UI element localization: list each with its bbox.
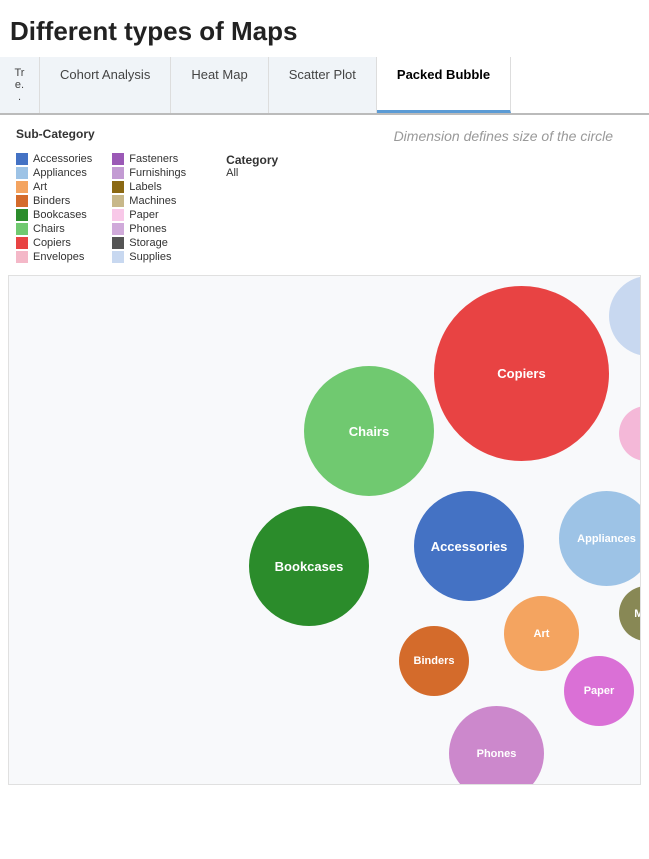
- tab-packed[interactable]: Packed Bubble: [377, 57, 511, 113]
- legend-color-swatch: [16, 167, 28, 179]
- legend-col2: Fasteners Furnishings Labels Machines Paper P…: [112, 153, 186, 263]
- legend-item-label: Supplies: [129, 251, 171, 263]
- legend-color-swatch: [16, 237, 28, 249]
- tab-scatter[interactable]: Scatter Plot: [269, 57, 377, 113]
- legend-item-label: Labels: [129, 181, 161, 193]
- bubble-Appliances[interactable]: Appliances: [559, 491, 641, 586]
- bubble-unlabeled[interactable]: [619, 406, 641, 461]
- bubble-Copiers[interactable]: Copiers: [434, 286, 609, 461]
- bubble-Art[interactable]: Art: [504, 596, 579, 671]
- legend-item: Supplies: [112, 251, 186, 263]
- legend-color-swatch: [16, 153, 28, 165]
- legend-item-label: Binders: [33, 195, 70, 207]
- dimension-note: Dimension defines size of the circle: [394, 127, 633, 147]
- legend-item-label: Bookcases: [33, 209, 87, 221]
- legend-item: Bookcases: [16, 209, 92, 221]
- legend-title: Sub-Category: [16, 127, 278, 141]
- legend-item-label: Chairs: [33, 223, 65, 235]
- legend-item-label: Storage: [129, 237, 168, 249]
- legend-color-swatch: [112, 209, 124, 221]
- legend-item-label: Phones: [129, 223, 166, 235]
- legend-item: Copiers: [16, 237, 92, 249]
- bubble-Chairs[interactable]: Chairs: [304, 366, 434, 496]
- legend-item: Envelopes: [16, 251, 92, 263]
- legend-color-swatch: [112, 195, 124, 207]
- legend-color-swatch: [16, 251, 28, 263]
- legend-item: Furnishings: [112, 167, 186, 179]
- legend-cols: Accessories Appliances Art Binders Bookcases…: [16, 153, 278, 263]
- bubble-Accessories[interactable]: Accessories: [414, 491, 524, 601]
- legend-container: Sub-Category Accessories Appliances Art Bin…: [16, 127, 278, 263]
- legend-item: Storage: [112, 237, 186, 249]
- bubble-Paper[interactable]: Paper: [564, 656, 634, 726]
- legend-col1: Accessories Appliances Art Binders Bookcases…: [16, 153, 92, 263]
- bubble-Ma...[interactable]: Ma...: [619, 586, 641, 641]
- legend-item: Chairs: [16, 223, 92, 235]
- tab-cohort[interactable]: Cohort Analysis: [40, 57, 171, 113]
- chart-container: CopiersChairsBookcases Accessories Applian…: [8, 275, 641, 785]
- category-title: Category: [226, 153, 278, 167]
- legend-color-swatch: [16, 195, 28, 207]
- legend-color-swatch: [112, 153, 124, 165]
- tab-tree[interactable]: Tre..: [0, 57, 40, 113]
- legend-item: Accessories: [16, 153, 92, 165]
- page-title: Different types of Maps: [0, 0, 649, 57]
- legend-color-swatch: [112, 223, 124, 235]
- category-value: All: [226, 167, 278, 179]
- legend-color-swatch: [112, 181, 124, 193]
- bubble-Bookcases[interactable]: Bookcases: [249, 506, 369, 626]
- legend-color-swatch: [112, 251, 124, 263]
- legend-item-label: Copiers: [33, 237, 71, 249]
- legend-item-label: Machines: [129, 195, 176, 207]
- legend-color-swatch: [112, 237, 124, 249]
- legend-color-swatch: [16, 223, 28, 235]
- legend-color-swatch: [16, 209, 28, 221]
- bubble-Phones[interactable]: Phones: [449, 706, 544, 785]
- legend-color-swatch: [16, 181, 28, 193]
- legend-color-swatch: [112, 167, 124, 179]
- tabs-container: Tre.. Cohort Analysis Heat Map Scatter P…: [0, 57, 649, 115]
- legend-item: Labels: [112, 181, 186, 193]
- legend-item: Paper: [112, 209, 186, 221]
- legend-item-label: Envelopes: [33, 251, 84, 263]
- legend-item: Fasteners: [112, 153, 186, 165]
- bubble-unlabeled[interactable]: [609, 276, 641, 356]
- legend-item-label: Furnishings: [129, 167, 186, 179]
- category-section: Category All: [226, 153, 278, 263]
- tab-heatmap[interactable]: Heat Map: [171, 57, 268, 113]
- legend-item-label: Paper: [129, 209, 158, 221]
- legend-item: Art: [16, 181, 92, 193]
- bubble-Binders[interactable]: Binders: [399, 626, 469, 696]
- legend-item-label: Fasteners: [129, 153, 178, 165]
- legend-item: Phones: [112, 223, 186, 235]
- legend-item-label: Art: [33, 181, 47, 193]
- legend-item: Binders: [16, 195, 92, 207]
- legend-item-label: Appliances: [33, 167, 87, 179]
- legend-item: Appliances: [16, 167, 92, 179]
- legend-and-note-container: Sub-Category Accessories Appliances Art Bin…: [0, 115, 649, 271]
- legend-item-label: Accessories: [33, 153, 92, 165]
- legend-item: Machines: [112, 195, 186, 207]
